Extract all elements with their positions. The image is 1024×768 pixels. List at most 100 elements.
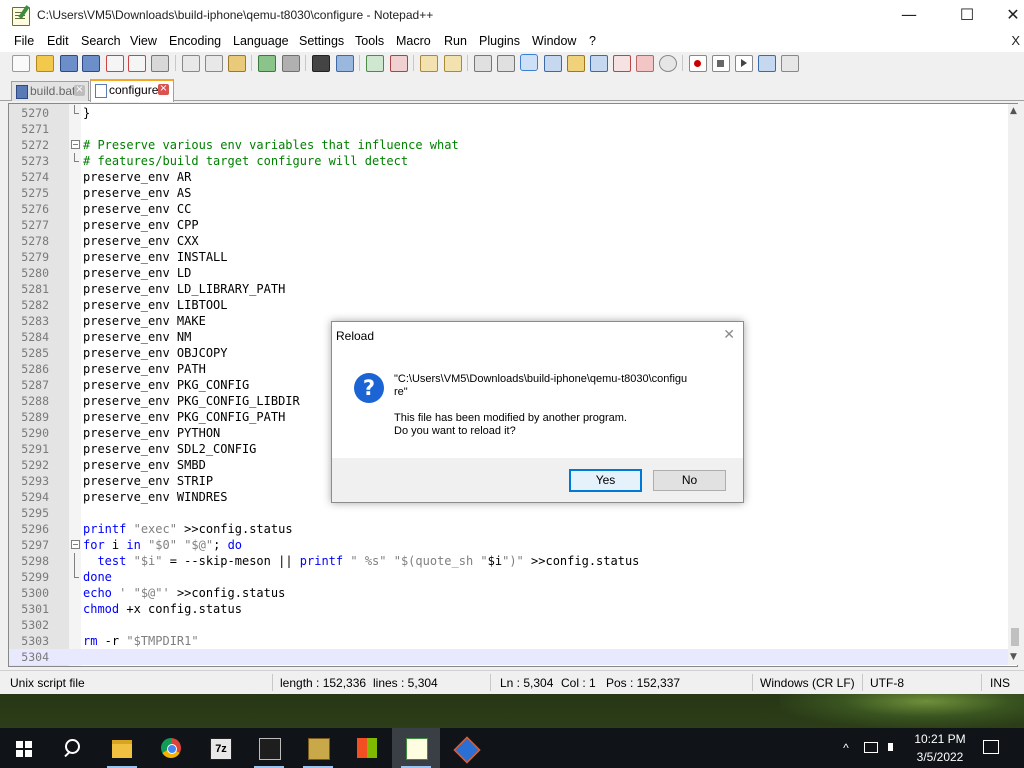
code-line[interactable]: 5302 [9, 617, 1009, 633]
clock[interactable]: 10:21 PM 3/5/2022 [912, 728, 968, 768]
close-all-icon[interactable] [128, 55, 146, 72]
file-explorer-icon[interactable] [98, 728, 146, 768]
code-line[interactable]: 5300 echo ' "$@"' >>config.status [9, 585, 1009, 601]
notepadpp-taskbar-icon[interactable] [392, 728, 440, 768]
record-macro-icon[interactable] [689, 55, 707, 72]
start-button[interactable] [0, 728, 48, 768]
tab-build-bat[interactable]: build.bat × [11, 81, 89, 101]
tray-overflow-icon[interactable]: ^ [836, 728, 856, 768]
menu-search[interactable]: Search [81, 34, 121, 48]
run-macro-multiple-icon[interactable] [758, 55, 776, 72]
scroll-down-icon[interactable]: ▼ [1010, 652, 1017, 662]
terminal-icon[interactable] [245, 728, 293, 768]
volume-icon[interactable] [886, 728, 904, 768]
minimize-button[interactable]: — [886, 0, 932, 32]
code-line[interactable]: 5295 [9, 505, 1009, 521]
zoom-out-icon[interactable] [390, 55, 408, 72]
code-line[interactable]: 5301 chmod +x config.status [9, 601, 1009, 617]
code-line[interactable]: 5297 for i in "$0" "$@"; do [9, 537, 1009, 553]
dialog-close-button[interactable]: ✕ [723, 327, 735, 343]
code-line[interactable]: 5273 # features/build target configure wi… [9, 153, 1009, 169]
user-language-icon[interactable] [544, 55, 562, 72]
zoom-in-icon[interactable] [366, 55, 384, 72]
save-all-icon[interactable] [82, 55, 100, 72]
code-line[interactable]: 5304 [9, 649, 1009, 665]
menu-file[interactable]: File [14, 34, 34, 48]
monitoring-eye-icon[interactable] [659, 55, 677, 72]
code-line[interactable]: 5298 test "$i" = --skip-meson || printf … [9, 553, 1009, 569]
indent-guide-icon[interactable] [520, 54, 538, 71]
paste-icon[interactable] [228, 55, 246, 72]
scrollbar-thumb[interactable] [1011, 628, 1019, 646]
code-line[interactable]: 5303 rm -r "$TMPDIR1" [9, 633, 1009, 649]
menu-language[interactable]: Language [233, 34, 289, 48]
document-list-icon[interactable] [590, 55, 608, 72]
code-line[interactable]: 5270} [9, 105, 1009, 121]
status-eol[interactable]: Windows (CR LF) [760, 676, 855, 690]
menu-view[interactable]: View [130, 34, 157, 48]
menu-encoding[interactable]: Encoding [169, 34, 221, 48]
close-icon[interactable] [106, 55, 124, 72]
search-icon[interactable] [48, 728, 96, 768]
git-extensions-icon[interactable] [441, 728, 489, 768]
menu-run[interactable]: Run [444, 34, 467, 48]
code-line[interactable]: 5281 preserve_env LD_LIBRARY_PATH [9, 281, 1009, 297]
chrome-icon[interactable] [147, 728, 195, 768]
play-macro-icon[interactable] [735, 55, 753, 72]
function-list-icon[interactable] [613, 55, 631, 72]
code-line[interactable]: 5279 preserve_env INSTALL [9, 249, 1009, 265]
code-line[interactable]: 5274 preserve_env AR [9, 169, 1009, 185]
save-macro-icon[interactable] [781, 55, 799, 72]
menu-macro[interactable]: Macro [396, 34, 431, 48]
scroll-up-icon[interactable]: ▲ [1010, 106, 1017, 116]
7zip-icon[interactable]: 7z [196, 728, 244, 768]
network-icon[interactable] [862, 728, 880, 768]
find-icon[interactable] [312, 55, 330, 72]
maximize-button[interactable]: ☐ [944, 0, 990, 32]
code-line[interactable]: 5296 printf "exec" >>config.status [9, 521, 1009, 537]
menu-edit[interactable]: Edit [47, 34, 69, 48]
show-all-chars-icon[interactable] [497, 55, 515, 72]
code-line[interactable]: 5276 preserve_env CC [9, 201, 1009, 217]
title-bar[interactable]: C:\Users\VM5\Downloads\build-iphone\qemu… [0, 0, 1024, 32]
status-insert-mode[interactable]: INS [990, 676, 1010, 690]
replace-icon[interactable] [336, 55, 354, 72]
code-line[interactable]: 5282 preserve_env LIBTOOL [9, 297, 1009, 313]
sync-horizontal-icon[interactable] [444, 55, 462, 72]
print-icon[interactable] [151, 55, 169, 72]
menu-tools[interactable]: Tools [355, 34, 384, 48]
vertical-scrollbar[interactable]: ▲ ▼ [1008, 104, 1022, 665]
save-icon[interactable] [60, 55, 78, 72]
menu-help[interactable]: ? [589, 34, 596, 48]
msys-app-icon[interactable] [294, 728, 342, 768]
undo-icon[interactable] [258, 55, 276, 72]
code-line[interactable]: 5272 # Preserve various env variables tha… [9, 137, 1009, 153]
no-button[interactable]: No [653, 470, 726, 491]
store-icon[interactable] [343, 728, 391, 768]
redo-icon[interactable] [282, 55, 300, 72]
tab-close-icon[interactable]: × [74, 85, 85, 96]
yes-button[interactable]: Yes [569, 469, 642, 492]
notifications-icon[interactable] [982, 728, 1000, 768]
code-line[interactable]: 5277 preserve_env CPP [9, 217, 1009, 233]
folder-as-workspace-icon[interactable] [636, 55, 654, 72]
code-line[interactable]: 5280 preserve_env LD [9, 265, 1009, 281]
word-wrap-icon[interactable] [474, 55, 492, 72]
close-window-button[interactable]: ✕ [990, 0, 1024, 32]
status-encoding[interactable]: UTF-8 [870, 676, 904, 690]
code-line[interactable]: 5271 [9, 121, 1009, 137]
open-file-icon[interactable] [36, 55, 54, 72]
menu-plugins[interactable]: Plugins [479, 34, 520, 48]
dialog-title-bar[interactable]: Reload ✕ [332, 322, 743, 350]
tab-close-icon[interactable]: × [158, 84, 169, 95]
code-line[interactable]: 5299 done [9, 569, 1009, 585]
sync-vertical-icon[interactable] [420, 55, 438, 72]
copy-icon[interactable] [205, 55, 223, 72]
cut-icon[interactable] [182, 55, 200, 72]
code-line[interactable]: 5275 preserve_env AS [9, 185, 1009, 201]
tab-configure[interactable]: configure × [90, 79, 174, 102]
notepadpp-app-icon[interactable] [12, 7, 30, 26]
menu-settings[interactable]: Settings [299, 34, 344, 48]
new-file-icon[interactable] [12, 55, 30, 72]
fold-toggle-icon[interactable] [70, 537, 80, 553]
